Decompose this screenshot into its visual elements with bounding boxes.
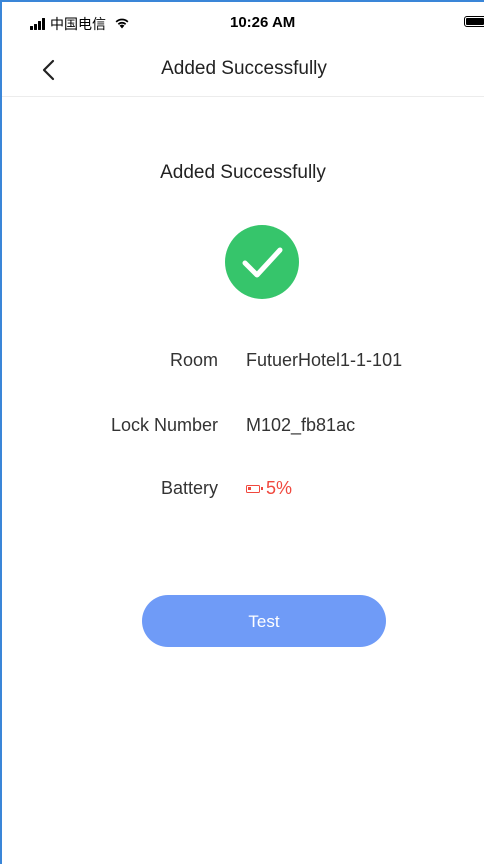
signal-icon	[30, 18, 46, 30]
lock-number-label: Lock Number	[110, 415, 218, 435]
room-value: FutuerHotel1-1-101	[246, 350, 403, 370]
room-label: Room	[169, 350, 218, 370]
battery-value: 5%	[266, 478, 293, 498]
lock-number-value: M102_fb81ac	[246, 415, 356, 435]
battery-row: Battery 5%	[2, 478, 484, 508]
low-battery-icon	[246, 484, 263, 493]
status-battery-icon	[464, 16, 484, 27]
status-time: 10:26 AM	[230, 14, 296, 31]
carrier-name: 中国电信	[50, 16, 106, 32]
wifi-icon	[114, 16, 130, 32]
success-headline: Added Successfully	[160, 162, 326, 183]
test-button[interactable]: Test	[142, 595, 386, 647]
room-row: Room FutuerHotel1-1-101	[2, 350, 484, 380]
lock-number-row: Lock Number M102_fb81ac	[2, 415, 484, 445]
page-title: Added Successfully	[161, 58, 327, 79]
check-circle-icon	[225, 225, 299, 299]
status-left: 中国电信	[30, 14, 130, 34]
battery-label: Battery	[160, 478, 218, 498]
status-bar: 中国电信 10:26 AM	[2, 2, 484, 42]
app-screen: 中国电信 10:26 AM Added Successfully Added S…	[0, 0, 484, 864]
navigation-bar: Added Successfully	[2, 42, 484, 97]
battery-value-group: 5%	[246, 478, 292, 499]
